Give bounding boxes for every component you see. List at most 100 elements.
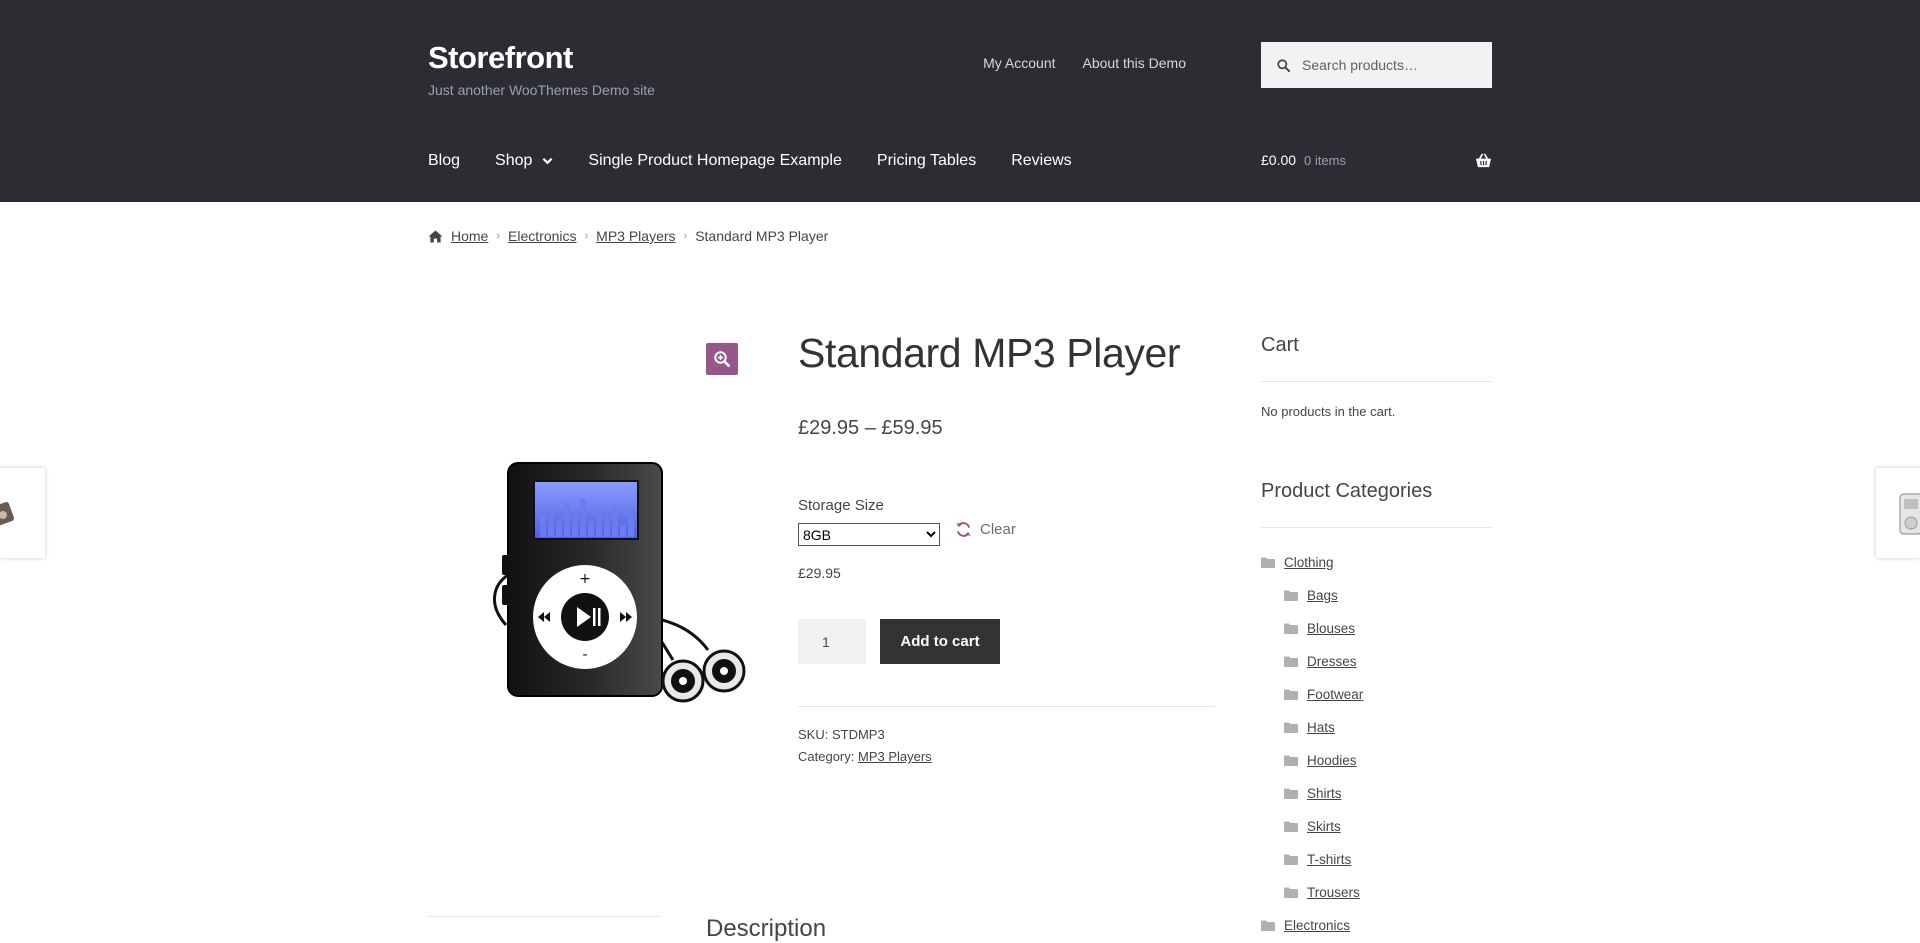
clear-label: Clear — [980, 521, 1016, 538]
home-icon — [428, 230, 443, 243]
breadcrumb-separator: › — [684, 230, 688, 242]
category-item-blouses: Blouses — [1261, 612, 1363, 645]
category-link-clothing[interactable]: Clothing — [1284, 555, 1334, 570]
variation-label: Storage Size — [798, 497, 884, 514]
widget-divider — [1261, 381, 1492, 382]
category-item-hats: Hats — [1261, 711, 1363, 744]
header-cart[interactable]: £0.00 0 items — [1261, 152, 1492, 168]
primary-nav: Blog Shop Single Product Homepage Exampl… — [428, 152, 1072, 170]
cart-amount: £0.00 — [1261, 152, 1296, 168]
cart-empty-message: No products in the cart. — [1261, 404, 1395, 419]
nav-blog[interactable]: Blog — [428, 152, 460, 170]
category-link-t-shirts[interactable]: T-shirts — [1307, 852, 1351, 867]
folder-icon — [1261, 920, 1275, 931]
nav-single-product-label: Single Product Homepage Example — [588, 152, 841, 170]
breadcrumb-separator: › — [496, 230, 500, 242]
category-link-hoodies[interactable]: Hoodies — [1307, 753, 1357, 768]
folder-icon — [1261, 557, 1275, 568]
nav-about-demo[interactable]: About this Demo — [1083, 55, 1187, 71]
breadcrumb-home[interactable]: Home — [451, 228, 488, 244]
refresh-icon — [955, 521, 972, 538]
breadcrumb: Home › Electronics › MP3 Players › Stand… — [428, 228, 828, 244]
category-prefix: Category: — [798, 749, 858, 764]
chevron-down-icon[interactable] — [542, 157, 553, 165]
cart-count: 0 items — [1304, 153, 1346, 168]
category-item-trousers: Trousers — [1261, 876, 1363, 909]
gallery-zoom-button[interactable] — [706, 343, 738, 375]
category-link-blouses[interactable]: Blouses — [1307, 621, 1355, 636]
nav-shop[interactable]: Shop — [495, 152, 553, 170]
previous-product-thumbnail — [0, 468, 45, 558]
folder-icon — [1284, 656, 1298, 667]
search-box — [1261, 42, 1492, 88]
site-header: Storefront Just another WooThemes Demo s… — [0, 0, 1920, 202]
category-link-bags[interactable]: Bags — [1307, 588, 1338, 603]
quantity-input[interactable] — [798, 619, 866, 664]
category-item-hoodies: Hoodies — [1261, 744, 1363, 777]
folder-icon — [1284, 590, 1298, 601]
category-item-dresses: Dresses — [1261, 645, 1363, 678]
add-to-cart-button[interactable]: Add to cart — [880, 619, 1000, 664]
breadcrumb-mp3-players[interactable]: MP3 Players — [596, 228, 675, 244]
zoom-in-icon — [714, 351, 730, 367]
nav-single-product-homepage[interactable]: Single Product Homepage Example — [588, 152, 841, 170]
storage-size-select[interactable]: 8GB — [798, 523, 940, 546]
folder-icon — [1284, 788, 1298, 799]
category-item-footwear: Footwear — [1261, 678, 1363, 711]
category-link-shirts[interactable]: Shirts — [1307, 786, 1342, 801]
category-link-dresses[interactable]: Dresses — [1307, 654, 1357, 669]
cart-widget-title: Cart — [1261, 334, 1299, 357]
category-item-shirts: Shirts — [1261, 777, 1363, 810]
variation-price: £29.95 — [798, 565, 841, 581]
folder-icon — [1284, 854, 1298, 865]
category-link-hats[interactable]: Hats — [1307, 720, 1335, 735]
tabs-divider — [428, 916, 660, 917]
breadcrumb-separator: › — [585, 230, 589, 242]
site-title[interactable]: Storefront — [428, 40, 655, 76]
nav-reviews-label: Reviews — [1011, 152, 1071, 170]
folder-icon — [1284, 755, 1298, 766]
product-categories-list: Clothing Bags Blouses Dresses Footwear H… — [1261, 546, 1363, 942]
nav-blog-label: Blog — [428, 152, 460, 170]
product-category: Category: MP3 Players — [798, 746, 932, 768]
product-meta: SKU: STDMP3 Category: MP3 Players — [798, 724, 932, 768]
category-link-skirts[interactable]: Skirts — [1307, 819, 1341, 834]
category-item-bags: Bags — [1261, 579, 1363, 612]
svg-text:+: + — [579, 571, 591, 587]
next-product-thumbnail — [1876, 468, 1920, 558]
product-price-range: £29.95 – £59.95 — [798, 417, 943, 440]
product-title: Standard MP3 Player — [798, 330, 1180, 377]
clear-variations-link[interactable]: Clear — [955, 521, 1016, 538]
category-item-t-shirts: T-shirts — [1261, 843, 1363, 876]
previous-product-link[interactable] — [0, 468, 45, 558]
widget-divider — [1261, 527, 1492, 528]
category-link-electronics[interactable]: Electronics — [1284, 918, 1350, 933]
category-link-trousers[interactable]: Trousers — [1307, 885, 1360, 900]
folder-icon — [1284, 821, 1298, 832]
nav-my-account[interactable]: My Account — [983, 55, 1055, 71]
nav-shop-label: Shop — [495, 152, 532, 170]
basket-icon — [1475, 153, 1492, 168]
nav-reviews[interactable]: Reviews — [1011, 152, 1071, 170]
meta-divider — [798, 706, 1215, 707]
categories-widget-title: Product Categories — [1261, 480, 1432, 503]
nav-pricing-tables[interactable]: Pricing Tables — [877, 152, 976, 170]
search-input[interactable] — [1300, 56, 1484, 74]
category-item-clothing: Clothing — [1261, 546, 1363, 579]
category-item-skirts: Skirts — [1261, 810, 1363, 843]
category-link[interactable]: MP3 Players — [858, 749, 932, 764]
next-product-link[interactable] — [1876, 468, 1920, 558]
folder-icon — [1284, 722, 1298, 733]
product-sku: SKU: STDMP3 — [798, 724, 932, 746]
product-image[interactable]: + - — [488, 455, 750, 715]
nav-pricing-label: Pricing Tables — [877, 152, 976, 170]
breadcrumb-electronics[interactable]: Electronics — [508, 228, 576, 244]
secondary-nav: My Account About this Demo — [983, 55, 1186, 71]
site-branding: Storefront Just another WooThemes Demo s… — [428, 40, 655, 98]
folder-icon — [1284, 689, 1298, 700]
site-tagline: Just another WooThemes Demo site — [428, 82, 655, 98]
description-heading: Description — [706, 915, 826, 943]
svg-text:-: - — [582, 647, 587, 663]
breadcrumb-current: Standard MP3 Player — [695, 228, 828, 244]
category-link-footwear[interactable]: Footwear — [1307, 687, 1363, 702]
